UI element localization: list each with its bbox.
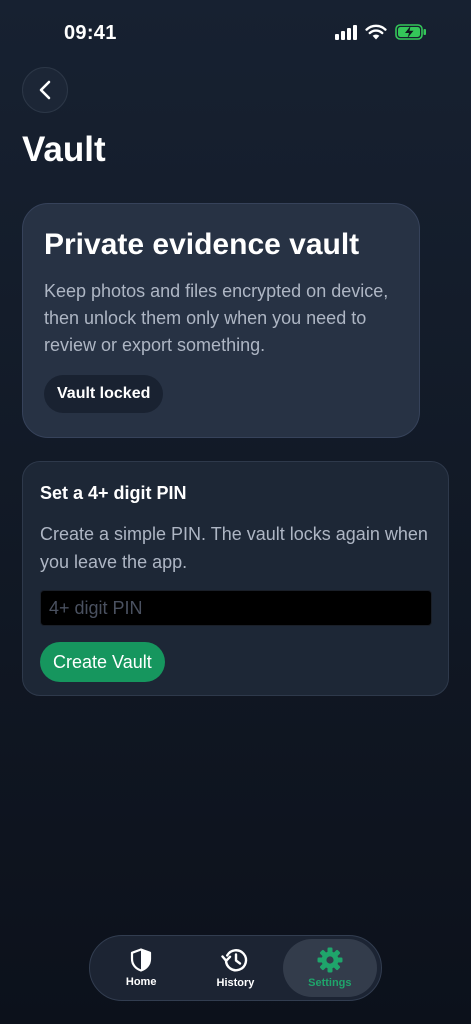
history-icon [221, 949, 248, 972]
vault-info-card: Private evidence vault Keep photos and f… [22, 203, 420, 438]
battery-charging-icon [395, 24, 426, 40]
chevron-left-icon [39, 80, 51, 100]
tab-bar: Home History Settings [89, 935, 382, 1001]
vault-info-description: Keep photos and files encrypted on devic… [44, 281, 389, 355]
create-vault-button[interactable]: Create Vault [40, 642, 165, 682]
status-icons [335, 24, 427, 40]
vault-status-badge: Vault locked [44, 375, 164, 413]
tab-settings[interactable]: Settings [282, 939, 377, 997]
status-bar: 09:41 [0, 0, 471, 60]
tab-settings-label: Settings [308, 977, 352, 989]
pin-setup-card: Set a 4+ digit PIN Create a simple PIN. … [22, 461, 449, 696]
pin-setup-title: Set a 4+ digit PIN [40, 483, 187, 503]
status-time: 09:41 [64, 22, 117, 44]
pin-setup-description: Create a simple PIN. The vault locks aga… [40, 524, 428, 572]
pin-input[interactable] [40, 590, 432, 626]
tab-history[interactable]: History [188, 939, 282, 997]
tab-home-label: Home [125, 976, 157, 988]
signal-icon [335, 24, 357, 40]
back-button[interactable] [22, 67, 68, 113]
wifi-icon [365, 24, 387, 40]
vault-info-title: Private evidence vault [44, 228, 360, 261]
page-title: Vault [22, 130, 106, 169]
gear-icon [317, 947, 343, 973]
tab-home[interactable]: Home [94, 939, 188, 997]
shield-icon [131, 948, 152, 972]
tab-history-label: History [216, 977, 255, 989]
